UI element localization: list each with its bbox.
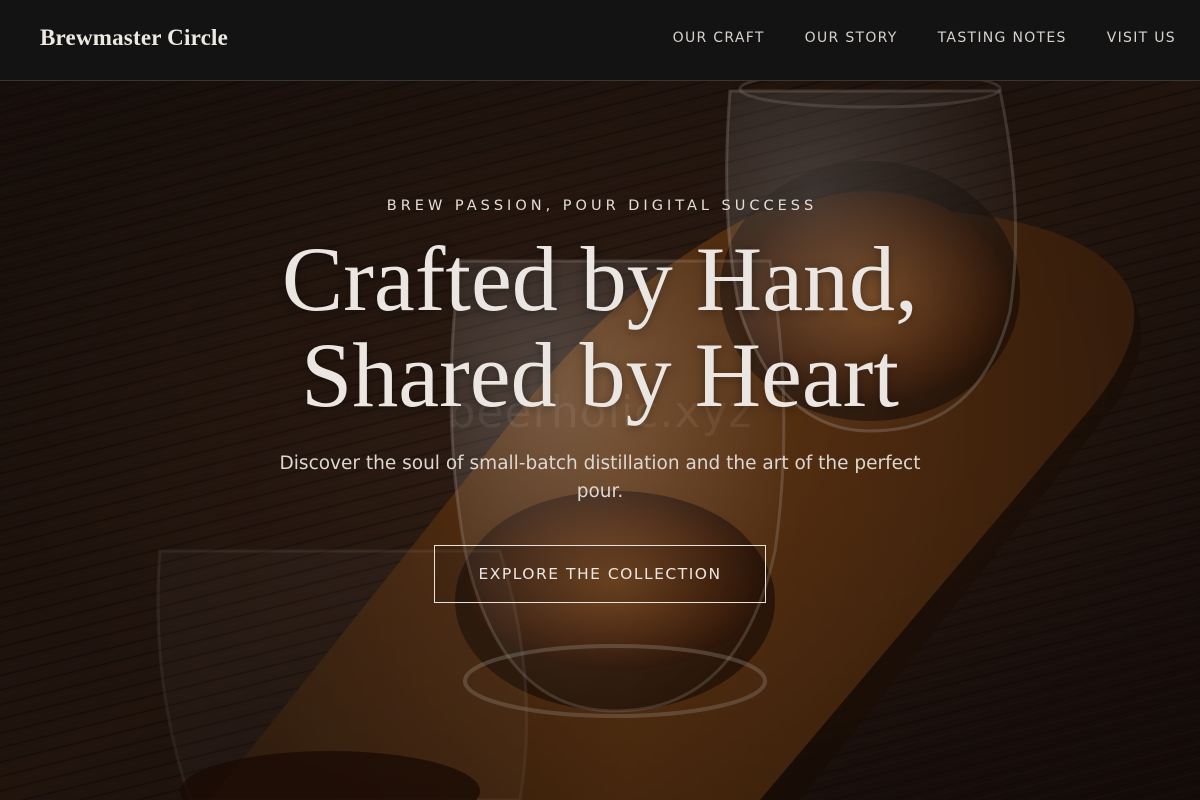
hero-headline: Crafted by Hand, Shared by Heart xyxy=(0,231,1200,423)
hero-subtext: Discover the soul of small-batch distill… xyxy=(279,453,921,502)
explore-collection-button[interactable]: EXPLORE THE COLLECTION xyxy=(434,545,766,603)
hero-headline-line-2: Shared by Heart xyxy=(301,324,899,426)
nav-link-visit-us[interactable]: VISIT US xyxy=(1107,30,1176,46)
hero-section: BREW PASSION, POUR DIGITAL SUCCESS beerh… xyxy=(0,81,1200,800)
brand-logo-text[interactable]: Brewmaster Circle xyxy=(40,25,228,51)
main-nav: OUR CRAFT OUR STORY TASTING NOTES VISIT … xyxy=(633,30,1176,46)
hero-headline-line-1: Crafted by Hand, xyxy=(281,228,919,330)
hero-content: BREW PASSION, POUR DIGITAL SUCCESS beerh… xyxy=(0,81,1200,800)
nav-link-tasting-notes[interactable]: TASTING NOTES xyxy=(938,30,1067,46)
nav-link-our-craft[interactable]: OUR CRAFT xyxy=(673,30,765,46)
hero-eyebrow: BREW PASSION, POUR DIGITAL SUCCESS xyxy=(386,198,818,214)
nav-link-our-story[interactable]: OUR STORY xyxy=(805,30,898,46)
top-navigation-bar: Brewmaster Circle OUR CRAFT OUR STORY TA… xyxy=(0,0,1200,81)
